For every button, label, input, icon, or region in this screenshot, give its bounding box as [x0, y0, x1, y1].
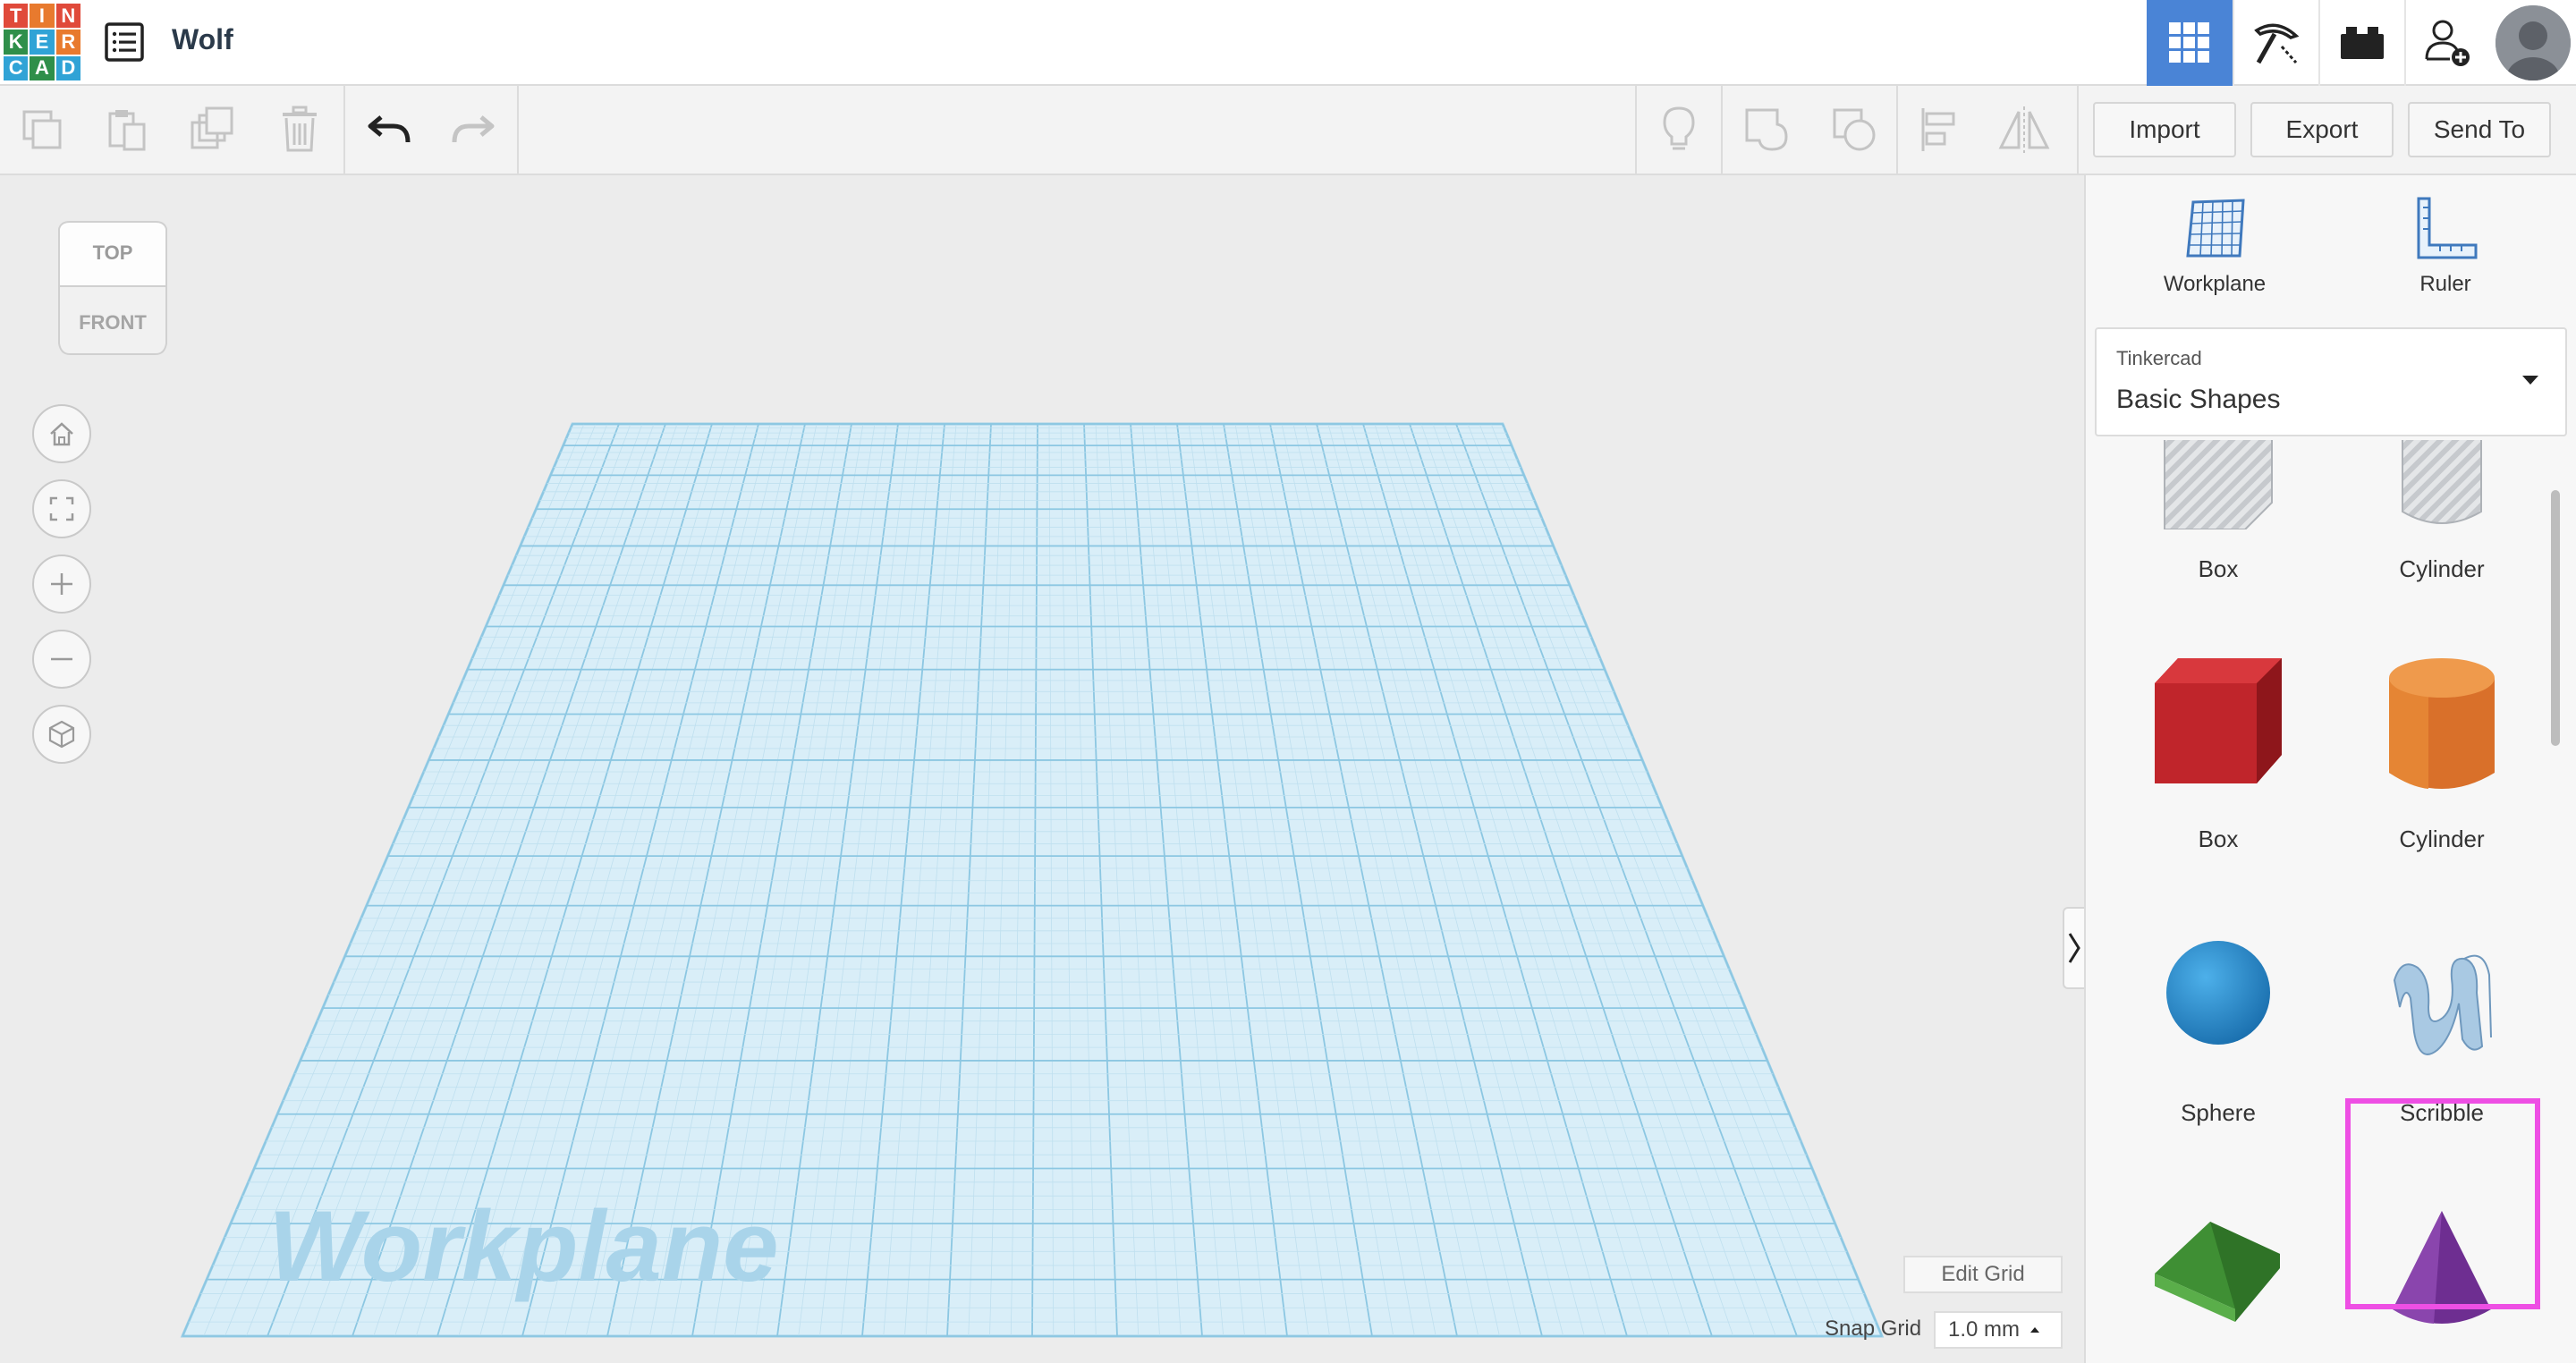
- library-name: Basic Shapes: [2116, 385, 2281, 414]
- delete-icon[interactable]: [259, 86, 340, 174]
- ruler-icon: [2417, 197, 2478, 259]
- top-right-icons: [2147, 0, 2576, 86]
- fit-all-icon: [49, 496, 74, 521]
- 3d-design-icon[interactable]: [2147, 0, 2233, 86]
- toolbar-divider: [1896, 86, 1898, 174]
- ruler-label: Ruler: [2419, 272, 2471, 296]
- view-cube-top-label[interactable]: TOP: [52, 241, 174, 265]
- avatar-icon: [2496, 5, 2571, 80]
- logo-letter: K: [4, 30, 29, 55]
- workplane-icon: [2186, 199, 2245, 258]
- snap-grid-select[interactable]: 1.0 mm: [1934, 1311, 2063, 1349]
- roof-icon: [2155, 1222, 2280, 1322]
- zoom-in-button[interactable]: [32, 555, 91, 614]
- 3d-canvas[interactable]: Workplane TOP FRONT Edit Grid Snap Grid …: [0, 175, 2084, 1363]
- workplane-label: Workplane: [2163, 272, 2267, 296]
- send-to-button[interactable]: Send To: [2408, 102, 2551, 157]
- logo-letter: D: [55, 55, 80, 80]
- logo-letter: C: [4, 55, 29, 80]
- toolbar-divider: [1635, 86, 1637, 174]
- shape-tile-cylinder[interactable]: Cylinder: [2352, 648, 2531, 853]
- scribble-highlight-outline: [2345, 1098, 2540, 1309]
- caret-up-icon: [2030, 1327, 2040, 1333]
- duplicate-icon[interactable]: [174, 86, 254, 174]
- paste-icon[interactable]: [86, 86, 166, 174]
- workplane-grid[interactable]: Workplane: [0, 175, 2084, 1363]
- logo-letter: R: [55, 30, 80, 55]
- codeblocks-pickaxe-icon[interactable]: [2233, 0, 2318, 86]
- edit-toolbar: Import Export Send To: [0, 86, 2576, 175]
- toolbar-divider: [2077, 86, 2079, 174]
- plus-icon: [51, 573, 72, 595]
- shape-label: Box: [2198, 825, 2239, 852]
- top-bar: T I N K E R C A D Wolf: [0, 0, 2576, 86]
- add-user-icon[interactable]: [2404, 0, 2490, 86]
- edit-grid-button[interactable]: Edit Grid: [1903, 1256, 2063, 1293]
- import-button[interactable]: Import: [2093, 102, 2236, 157]
- design-title[interactable]: Wolf: [172, 23, 233, 56]
- undo-icon[interactable]: [349, 86, 429, 174]
- design-list-icon[interactable]: [104, 21, 145, 63]
- ruler-tool[interactable]: Ruler: [2356, 195, 2535, 311]
- view-cube-front-label[interactable]: FRONT: [52, 311, 174, 334]
- perspective-toggle-button[interactable]: [32, 705, 91, 764]
- home-view-button[interactable]: [32, 404, 91, 463]
- home-icon: [50, 422, 73, 446]
- toolbar-divider: [517, 86, 519, 174]
- view-cube[interactable]: TOP FRONT: [52, 220, 174, 364]
- align-icon[interactable]: [1900, 86, 1980, 174]
- shape-tile-sphere[interactable]: Sphere: [2129, 921, 2308, 1127]
- logo-letter: A: [30, 55, 55, 80]
- shape-tile-roof[interactable]: [2129, 1188, 2308, 1363]
- shape-label: Cylinder: [2399, 825, 2485, 852]
- mirror-icon[interactable]: [1984, 86, 2064, 174]
- box-icon: [2155, 658, 2282, 783]
- workplane-tool[interactable]: Workplane: [2125, 195, 2304, 311]
- logo-letter: T: [4, 4, 29, 29]
- shape-tile-box[interactable]: Box: [2129, 648, 2308, 853]
- logo-letter: I: [30, 4, 55, 29]
- logo-letter: E: [30, 30, 55, 55]
- tinkercad-logo[interactable]: T I N K E R C A D: [4, 4, 80, 80]
- cube-icon: [48, 720, 75, 749]
- workplane-watermark: Workplane: [268, 1190, 779, 1302]
- hole-box-icon: [2164, 440, 2273, 529]
- minus-icon: [51, 657, 72, 661]
- shape-tile-scribble[interactable]: Scribble: [2352, 921, 2531, 1127]
- bricks-icon[interactable]: [2318, 0, 2404, 86]
- notes-lightbulb-icon[interactable]: [1639, 86, 1719, 174]
- logo-letter: N: [55, 4, 80, 29]
- scribble-icon: [2393, 954, 2492, 1055]
- shape-tile-hole-box[interactable]: Box: [2129, 440, 2308, 583]
- copy-icon[interactable]: [2, 86, 82, 174]
- shape-tile-hole-cylinder[interactable]: Cylinder: [2352, 440, 2531, 583]
- toolbar-divider: [1721, 86, 1723, 174]
- snap-grid-value: 1.0 mm: [1948, 1317, 2021, 1342]
- cylinder-icon: [2389, 658, 2495, 789]
- shape-library-dropdown[interactable]: Tinkercad Basic Shapes: [2095, 327, 2567, 436]
- group-icon[interactable]: [1726, 86, 1807, 174]
- shape-label: Cylinder: [2399, 555, 2485, 582]
- library-source: Tinkercad: [2116, 347, 2202, 369]
- shape-label: Sphere: [2181, 1099, 2256, 1126]
- ungroup-icon[interactable]: [1814, 86, 1894, 174]
- fit-view-button[interactable]: [32, 479, 91, 538]
- toolbar-divider: [343, 86, 345, 174]
- caret-down-icon: [2522, 376, 2538, 385]
- redo-icon[interactable]: [433, 86, 513, 174]
- shapes-panel: Workplane Ruler Tinkercad Basic Shapes B…: [2084, 175, 2576, 1363]
- snap-grid-label: Snap Grid: [1825, 1316, 1922, 1341]
- shape-label: Box: [2198, 555, 2239, 582]
- export-button[interactable]: Export: [2250, 102, 2394, 157]
- user-avatar[interactable]: [2490, 0, 2576, 86]
- hole-cylinder-icon: [2402, 440, 2482, 524]
- sphere-icon: [2166, 941, 2270, 1045]
- shape-grid: Box Cylinder Box Cylinder Sphere Scribbl…: [2086, 440, 2569, 1363]
- zoom-out-button[interactable]: [32, 630, 91, 689]
- panel-scrollbar[interactable]: [2551, 490, 2560, 746]
- chevron-right-icon: [2068, 933, 2080, 963]
- collapse-panel-button[interactable]: [2063, 907, 2084, 989]
